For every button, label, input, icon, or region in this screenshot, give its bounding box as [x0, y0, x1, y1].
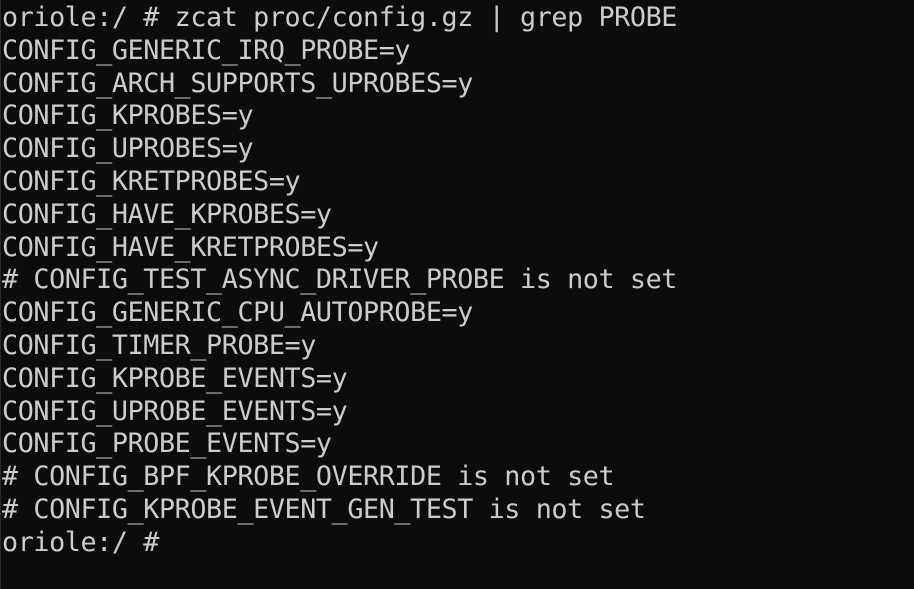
output-line: CONFIG_HAVE_KPROBES=y	[2, 198, 332, 230]
left-edge-divider	[0, 0, 1, 589]
output-line: CONFIG_GENERIC_IRQ_PROBE=y	[2, 34, 411, 66]
output-line: CONFIG_ARCH_SUPPORTS_UPROBES=y	[2, 67, 473, 99]
output-line: CONFIG_KPROBES=y	[2, 100, 254, 132]
output-line: CONFIG_UPROBES=y	[2, 133, 254, 165]
output-line: CONFIG_HAVE_KRETPROBES=y	[2, 231, 379, 263]
output-line: CONFIG_PROBE_EVENTS=y	[2, 428, 332, 460]
terminal-window[interactable]: oriole:/ # zcat proc/config.gz | grep PR…	[0, 0, 914, 589]
output-line: CONFIG_GENERIC_CPU_AUTOPROBE=y	[2, 297, 473, 329]
output-line: CONFIG_KRETPROBES=y	[2, 165, 301, 197]
output-line: CONFIG_TIMER_PROBE=y	[2, 329, 316, 361]
command-line: oriole:/ # zcat proc/config.gz | grep PR…	[2, 2, 677, 33]
output-line: CONFIG_KPROBE_EVENTS=y	[2, 362, 348, 394]
shell-prompt[interactable]: oriole:/ #	[2, 527, 905, 560]
output-line: CONFIG_UPROBE_EVENTS=y	[2, 395, 348, 427]
output-line: # CONFIG_BPF_KPROBE_OVERRIDE is not set	[2, 461, 615, 493]
output-line: # CONFIG_TEST_ASYNC_DRIVER_PROBE is not …	[2, 264, 677, 296]
output-line: # CONFIG_KPROBE_EVENT_GEN_TEST is not se…	[2, 493, 646, 525]
